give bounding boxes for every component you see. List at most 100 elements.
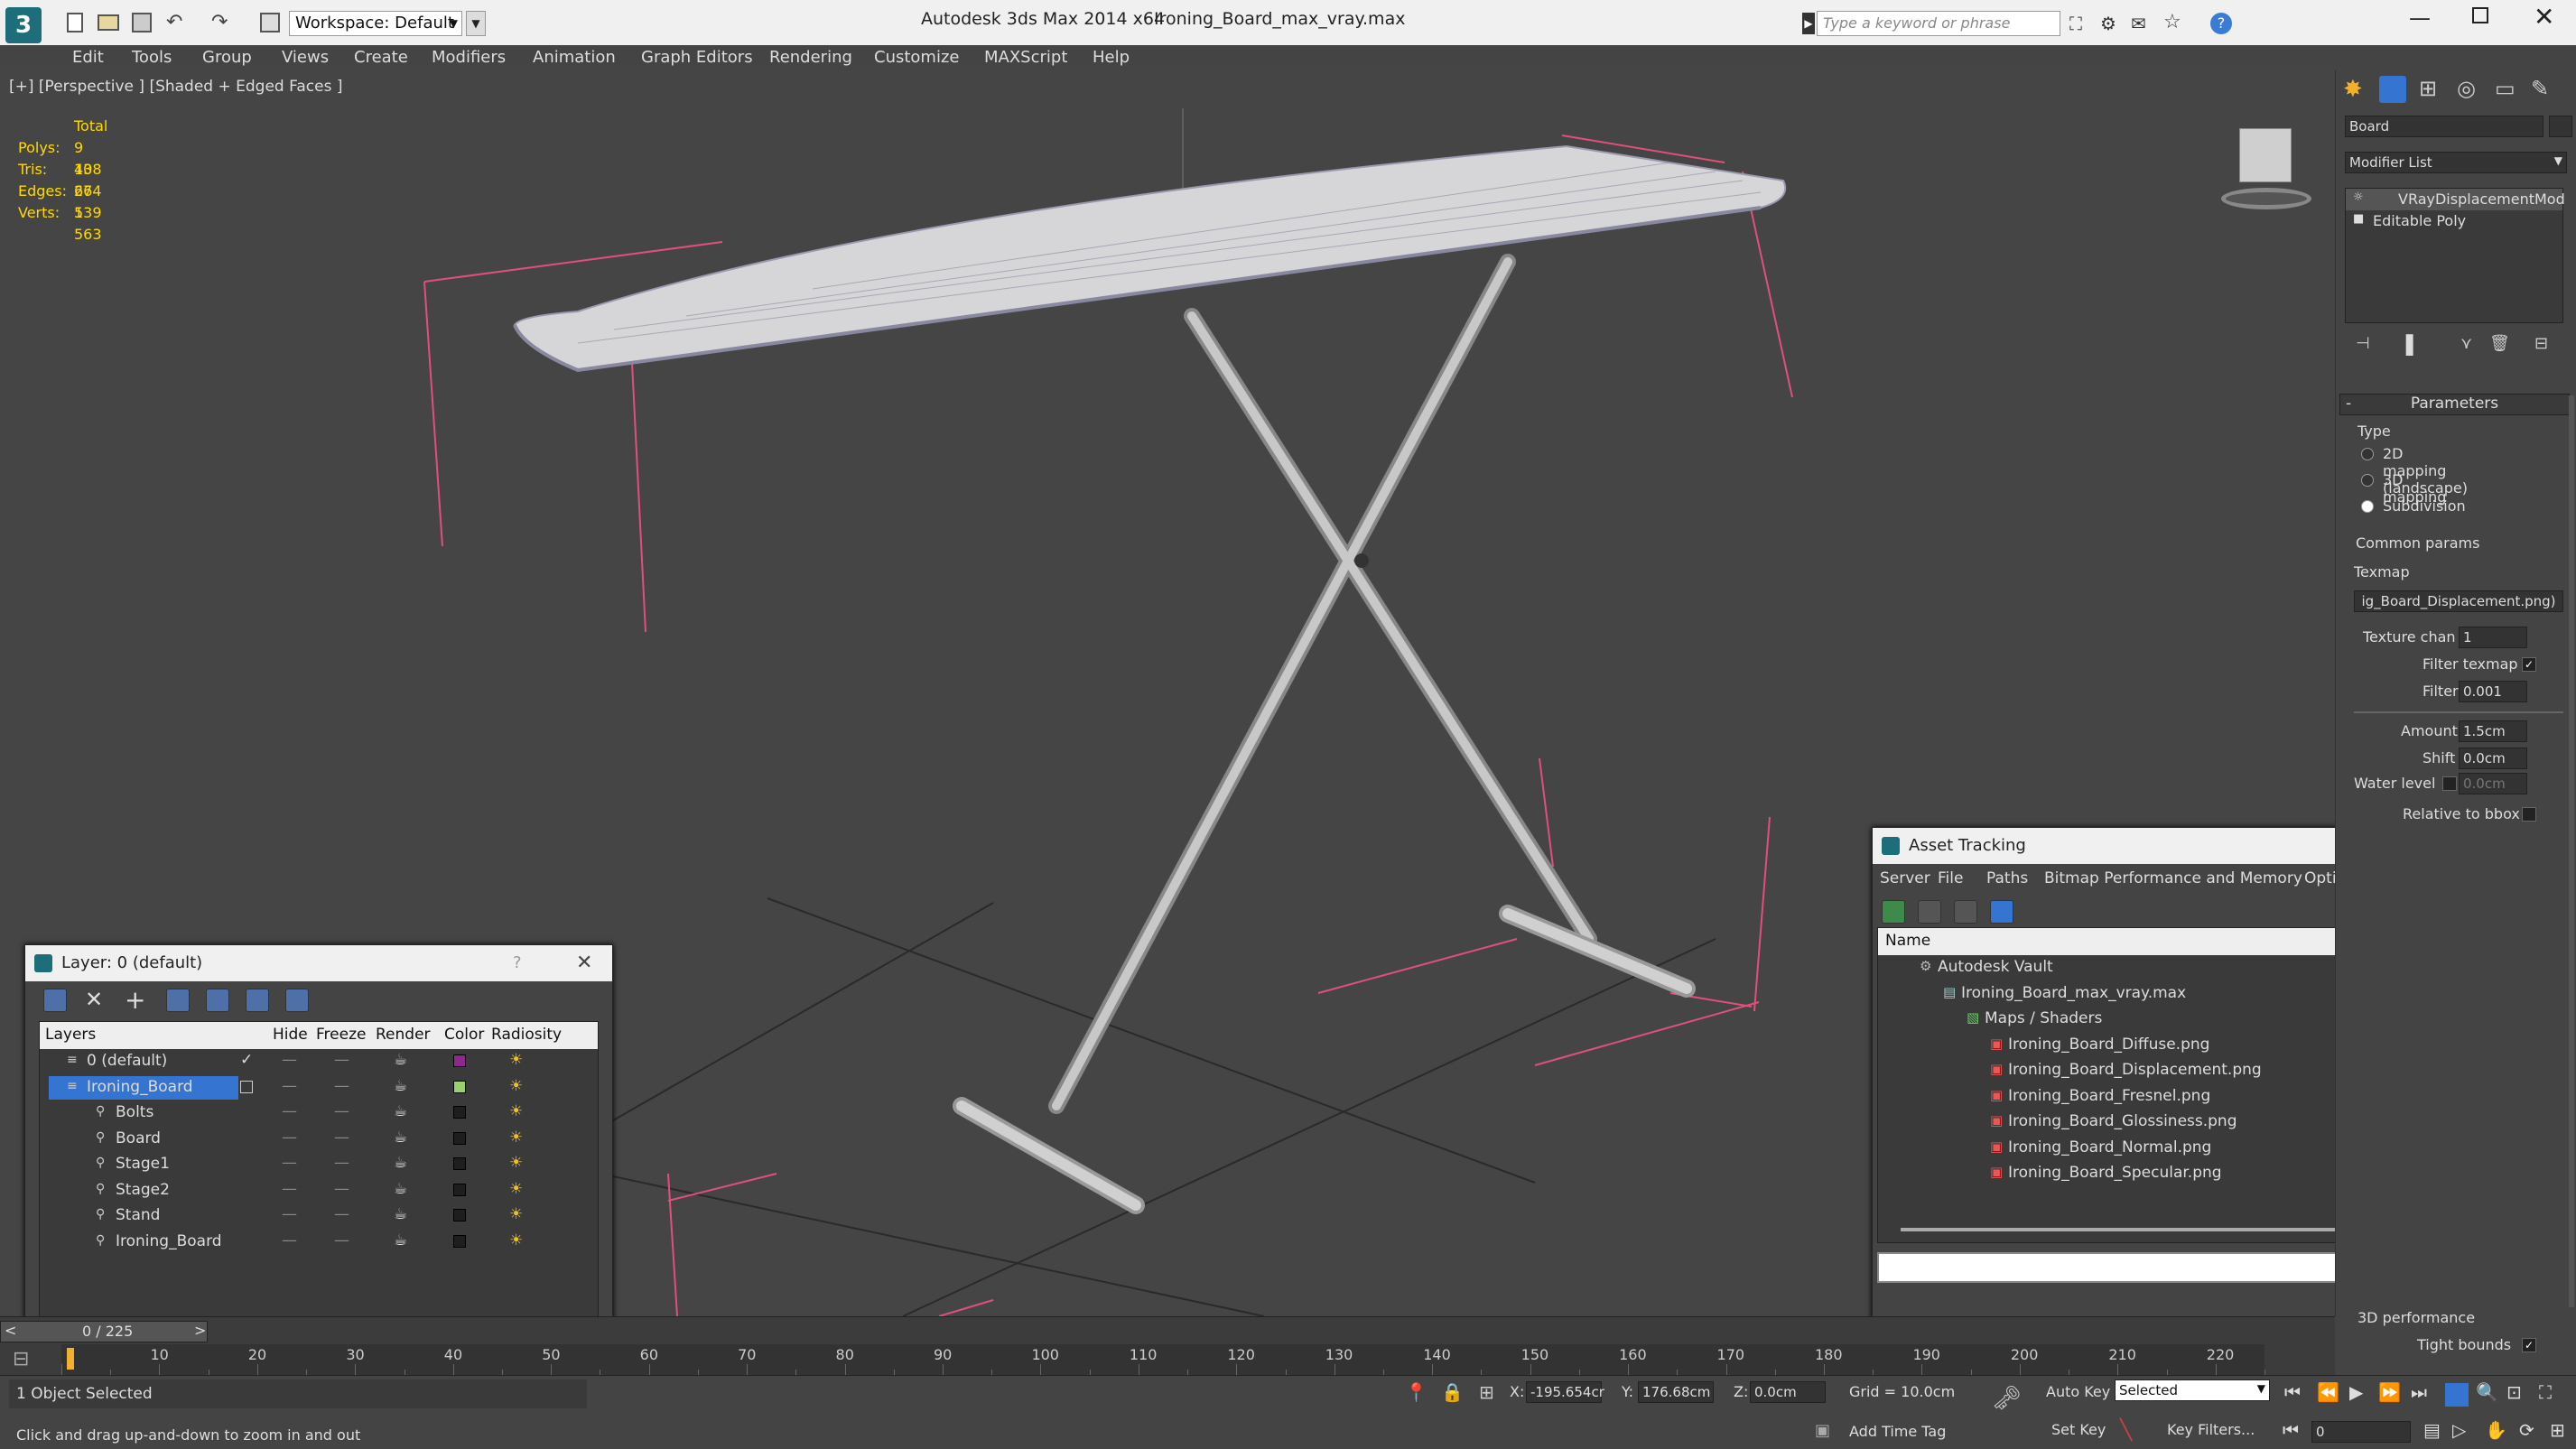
modifier-list-dropdown[interactable]: Modifier List ▼ xyxy=(2345,152,2567,173)
layer-col-layers[interactable]: Layers xyxy=(45,1026,96,1044)
layer-row[interactable]: ⚲ Stand — — ☕ ☀ xyxy=(40,1203,598,1230)
redo-icon[interactable]: ↷ xyxy=(211,11,228,33)
time-slider[interactable]: < 0 / 225 > xyxy=(0,1321,208,1342)
project-folder-icon[interactable] xyxy=(260,13,280,33)
texture-chan-spinner[interactable]: 1 xyxy=(2459,627,2527,648)
asset-menu-bitmap-performance-and-memory[interactable]: Bitmap Performance and Memory xyxy=(2044,869,2302,887)
binoculars-icon[interactable]: ⛶ xyxy=(2069,13,2082,34)
menu-tools[interactable]: Tools xyxy=(132,48,172,67)
delete-layer-icon[interactable]: ✕ xyxy=(85,987,103,1012)
freeze-toggle[interactable]: — xyxy=(334,1231,349,1249)
make-unique-icon[interactable]: ⋎ xyxy=(2460,334,2472,353)
communication-icon[interactable]: ✉ xyxy=(2131,13,2146,34)
asset-row[interactable]: ▣Ironing_Board_Normal.pngFound xyxy=(1878,1136,2335,1162)
render-teapot-icon[interactable]: ☕ xyxy=(394,1154,407,1172)
show-end-result-icon[interactable]: ▌ xyxy=(2406,334,2420,356)
hide-toggle[interactable]: — xyxy=(282,1077,297,1095)
layer-color-swatch[interactable] xyxy=(453,1157,466,1170)
radiosity-icon[interactable]: ☀ xyxy=(509,1154,523,1172)
remove-modifier-icon[interactable]: 🗑 xyxy=(2489,334,2510,353)
layer-row[interactable]: ⚲ Stage1 — — ☕ ☀ xyxy=(40,1152,598,1178)
hide-all-icon[interactable] xyxy=(246,989,269,1012)
layer-color-swatch[interactable] xyxy=(453,1106,466,1119)
subscription-icon[interactable]: ⚙ xyxy=(2100,13,2116,34)
select-objects-icon[interactable] xyxy=(166,989,190,1012)
x-coordinate-field[interactable]: -195.654cr xyxy=(1526,1381,1604,1403)
go-to-end-icon[interactable]: ⏭ xyxy=(2411,1381,2427,1403)
layer-row[interactable]: ⚲ Ironing_Board — — ☕ ☀ xyxy=(40,1230,598,1256)
layer-col-radiosity[interactable]: Radiosity xyxy=(491,1026,562,1044)
key-icon[interactable]: 🗝 xyxy=(1992,1385,2022,1412)
render-teapot-icon[interactable]: ☕ xyxy=(394,1205,407,1223)
layer-row[interactable]: ⚲ Board — — ☕ ☀ xyxy=(40,1127,598,1153)
highlight-layer-icon[interactable] xyxy=(206,989,229,1012)
zoom-extents-icon[interactable]: ⊡ xyxy=(2506,1381,2522,1403)
radio-button[interactable] xyxy=(2361,448,2374,460)
layer-row[interactable]: ⚲ Stage2 — — ☕ ☀ xyxy=(40,1178,598,1204)
utilities-tab-icon[interactable]: ✎ xyxy=(2531,76,2549,101)
filter-texmap-checkbox[interactable]: ✓ xyxy=(2522,657,2536,672)
layer-col-color[interactable]: Color xyxy=(444,1026,484,1044)
hide-toggle[interactable]: — xyxy=(282,1205,297,1223)
save-icon[interactable] xyxy=(132,13,152,33)
maximize-button[interactable] xyxy=(2472,7,2488,23)
render-teapot-icon[interactable]: ☕ xyxy=(394,1180,407,1198)
view-cube[interactable] xyxy=(2205,125,2311,209)
refresh-icon[interactable] xyxy=(1882,900,1905,924)
timeline-playhead[interactable] xyxy=(67,1348,74,1370)
asset-hscrollbar[interactable] xyxy=(1901,1228,2335,1231)
asset-menu-server[interactable]: Server xyxy=(1880,869,1930,887)
app-logo-icon[interactable]: 3 xyxy=(5,7,42,43)
layer-col-freeze[interactable]: Freeze xyxy=(316,1026,366,1044)
create-layer-icon[interactable] xyxy=(43,989,67,1012)
asset-menu-options[interactable]: Options xyxy=(2304,869,2335,887)
render-teapot-icon[interactable]: ☕ xyxy=(394,1102,407,1120)
isolate-icon[interactable]: 📍 xyxy=(1405,1381,1427,1403)
menu-rendering[interactable]: Rendering xyxy=(769,48,852,67)
asset-menu-paths[interactable]: Paths xyxy=(1986,869,2028,887)
asset-row[interactable]: ▣Ironing_Board_Specular.pngFound xyxy=(1878,1161,2335,1187)
asset-row[interactable]: ▣Ironing_Board_Diffuse.pngFound xyxy=(1878,1033,2335,1059)
auto-key-button[interactable]: Auto Key xyxy=(2046,1383,2110,1400)
lock-selection-icon[interactable]: 🔒 xyxy=(1441,1381,1464,1403)
render-teapot-icon[interactable]: ☕ xyxy=(394,1129,407,1147)
freeze-toggle[interactable]: — xyxy=(334,1102,349,1120)
layer-color-swatch[interactable] xyxy=(453,1054,466,1067)
tight-bounds-checkbox[interactable]: ✓ xyxy=(2522,1338,2536,1352)
modify-tab-icon[interactable] xyxy=(2379,76,2406,103)
asset-col-name[interactable]: Name xyxy=(1885,932,1930,950)
menu-animation[interactable]: Animation xyxy=(533,48,616,67)
favorites-icon[interactable]: ☆ xyxy=(2163,11,2181,33)
radiosity-icon[interactable]: ☀ xyxy=(509,1231,523,1249)
menu-customize[interactable]: Customize xyxy=(874,48,959,67)
shift-spinner[interactable]: 0.0cm xyxy=(2459,748,2527,769)
menu-create[interactable]: Create xyxy=(354,48,408,67)
command-panel-scrollbar[interactable] xyxy=(2569,395,2574,1307)
configure-sets-icon[interactable]: ⊟ xyxy=(2534,334,2548,353)
radiosity-icon[interactable]: ☀ xyxy=(509,1129,523,1147)
hide-toggle[interactable]: — xyxy=(282,1051,297,1069)
layer-col-render[interactable]: Render xyxy=(376,1026,431,1044)
radiosity-icon[interactable]: ☀ xyxy=(509,1180,523,1198)
current-layer-checkbox[interactable] xyxy=(240,1080,253,1093)
new-file-icon[interactable] xyxy=(67,13,83,33)
set-key-button[interactable]: ╲ xyxy=(2120,1419,2132,1442)
water-level-checkbox[interactable] xyxy=(2442,776,2457,791)
asset-tracking-titlebar[interactable]: Asset Tracking — ✕ xyxy=(1873,828,2335,864)
layer-color-swatch[interactable] xyxy=(453,1080,466,1093)
zoom-icon[interactable]: 🔍 xyxy=(2476,1381,2498,1403)
light-bulb-icon[interactable]: ☼ xyxy=(2353,190,2364,204)
add-to-layer-icon[interactable]: + xyxy=(125,985,145,1015)
modifier-stack-item[interactable]: ☼ VRayDisplacementMod xyxy=(2346,189,2565,210)
thumbnail-view-icon[interactable] xyxy=(1954,900,1977,924)
viewport-maximize-toggle-icon[interactable]: ⊞ xyxy=(2550,1419,2565,1441)
add-time-tag-button[interactable]: Add Time Tag xyxy=(1849,1423,1946,1440)
asset-path-field[interactable] xyxy=(1877,1252,2335,1283)
layer-color-swatch[interactable] xyxy=(453,1234,466,1248)
key-filters-button[interactable]: Key Filters... xyxy=(2167,1421,2255,1438)
hide-toggle[interactable]: — xyxy=(282,1102,297,1120)
track-bar[interactable]: 10 20 30 40 50 60 70 80 90 100 110 120 130 140 150 160 1… xyxy=(61,1344,2265,1375)
layer-dialog-close-button[interactable]: ✕ xyxy=(576,945,592,981)
workspace-menu-button[interactable]: ▼ xyxy=(466,11,486,36)
play-icon[interactable]: ▶ xyxy=(2349,1381,2363,1403)
